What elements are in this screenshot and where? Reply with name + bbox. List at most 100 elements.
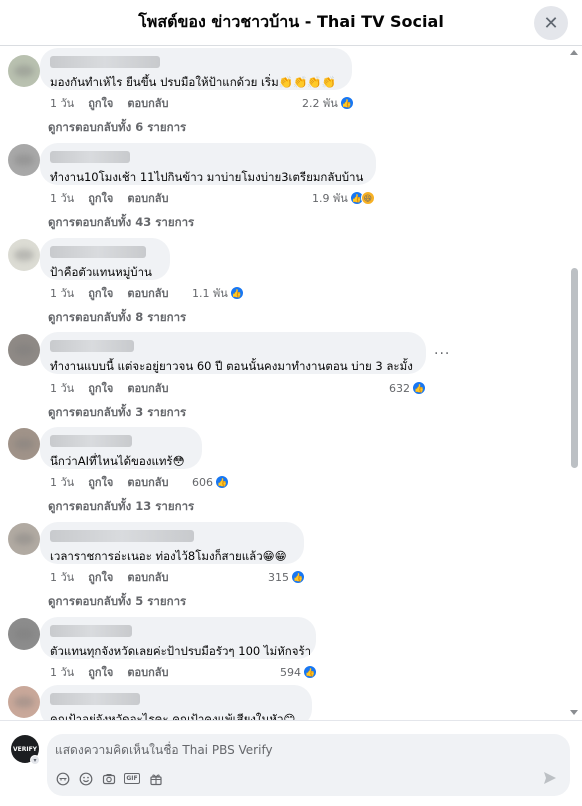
- comment-time[interactable]: 1 วัน: [50, 568, 74, 586]
- reply-button[interactable]: ตอบกลับ: [127, 189, 168, 207]
- view-replies-link[interactable]: ดูการตอบกลับทั้ง 5 รายการ: [48, 593, 186, 611]
- reaction-count[interactable]: 594 👍: [280, 664, 317, 680]
- dialog-title: โพสต์ของ ข่าวชาวบ้าน - Thai TV Social: [138, 12, 444, 31]
- view-replies-link[interactable]: ดูการตอบกลับทั้ง 43 รายการ: [48, 214, 194, 232]
- reaction-count[interactable]: 2.2 พัน 👍: [302, 95, 354, 111]
- comment-text: ตัวแทนทุกจังหวัดเลยค่ะป้าปรบมือรัวๆ 100 …: [50, 644, 312, 658]
- reply-button[interactable]: ตอบกลับ: [127, 663, 168, 681]
- comment-text: ป้าคือตัวแทนหมู่บ้าน: [50, 265, 152, 279]
- comment-time[interactable]: 1 วัน: [50, 663, 74, 681]
- comment-input[interactable]: [55, 740, 515, 760]
- like-icon: 👍: [412, 381, 426, 395]
- commenter-name[interactable]: [50, 435, 132, 447]
- reaction-number: 606: [192, 475, 213, 489]
- composer-box: GIF: [47, 734, 570, 796]
- scroll-down-icon[interactable]: [570, 710, 578, 715]
- comment-actions: 1 วัน ถูกใจ ตอบกลับ: [50, 285, 168, 301]
- commenter-name[interactable]: [50, 693, 140, 705]
- like-icon: 👍: [291, 570, 305, 584]
- like-button[interactable]: ถูกใจ: [88, 473, 113, 491]
- like-button[interactable]: ถูกใจ: [88, 94, 113, 112]
- reaction-count[interactable]: 315 👍: [268, 569, 305, 585]
- avatar[interactable]: [8, 334, 40, 366]
- reaction-number: 2.2 พัน: [302, 97, 338, 110]
- comment-text: เวลาราชการอ่ะเนอะ ท่องไว้8โมงก็สายแล้ว😁😁: [50, 549, 287, 563]
- like-button[interactable]: ถูกใจ: [88, 568, 113, 586]
- composer-toolbar: GIF: [55, 771, 163, 786]
- comment-time[interactable]: 1 วัน: [50, 94, 74, 112]
- comment-actions: 1 วัน ถูกใจ ตอบกลับ: [50, 474, 168, 490]
- close-icon: ✕: [543, 12, 559, 34]
- commenter-name[interactable]: [50, 530, 194, 542]
- comment-text: ทำงานแบบนี้ แต่จะอยู่ยาวจน 60 ปี ตอนนั้น…: [50, 359, 413, 373]
- like-icon: 👍: [229, 286, 244, 300]
- comment-actions: 1 วัน ถูกใจ ตอบกลับ: [50, 380, 168, 396]
- comment-bubble: ทำงาน10โมงเช้า 11ไปกินข้าว มาบ่ายโมงบ่าย…: [40, 143, 376, 185]
- commenter-name[interactable]: [50, 246, 146, 258]
- reaction-number: 594: [280, 665, 301, 679]
- comment-composer: VERIFY ▾ GIF: [0, 720, 582, 806]
- commenter-name[interactable]: [50, 625, 132, 637]
- reply-button[interactable]: ตอบกลับ: [127, 473, 168, 491]
- like-button[interactable]: ถูกใจ: [88, 663, 113, 681]
- comment-text: มองกันทำเห้ไร ยืนขึ้น ปรบมือให้ป้าแกด้วย…: [50, 75, 336, 89]
- avatar[interactable]: [8, 523, 40, 555]
- like-icon: 👍: [339, 96, 354, 110]
- reaction-count[interactable]: 1.1 พัน 👍: [192, 285, 244, 301]
- reaction-number: 315: [268, 570, 289, 584]
- emoji-icon[interactable]: [78, 771, 93, 786]
- sticker-icon[interactable]: [55, 771, 70, 786]
- chevron-down-icon[interactable]: ▾: [30, 755, 40, 765]
- scroll-up-icon[interactable]: [570, 50, 578, 55]
- comment-time[interactable]: 1 วัน: [50, 284, 74, 302]
- avatar[interactable]: [8, 239, 40, 271]
- avatar[interactable]: [8, 144, 40, 176]
- gift-icon[interactable]: [148, 771, 163, 786]
- comment-time[interactable]: 1 วัน: [50, 379, 74, 397]
- comment-actions: 1 วัน ถูกใจ ตอบกลับ: [50, 95, 168, 111]
- comment-bubble: เวลาราชการอ่ะเนอะ ท่องไว้8โมงก็สายแล้ว😁😁: [40, 522, 304, 564]
- view-replies-link[interactable]: ดูการตอบกลับทั้ง 3 รายการ: [48, 404, 186, 422]
- like-button[interactable]: ถูกใจ: [88, 379, 113, 397]
- haha-icon: 😆: [360, 191, 375, 205]
- comment-bubble: มองกันทำเห้ไร ยืนขึ้น ปรบมือให้ป้าแกด้วย…: [40, 48, 352, 90]
- view-replies-link[interactable]: ดูการตอบกลับทั้ง 6 รายการ: [48, 119, 186, 137]
- commenter-name[interactable]: [50, 340, 134, 352]
- commenter-name[interactable]: [50, 56, 160, 68]
- gif-icon[interactable]: GIF: [124, 773, 140, 784]
- reaction-number: 1.1 พัน: [192, 287, 228, 300]
- like-button[interactable]: ถูกใจ: [88, 284, 113, 302]
- comment-time[interactable]: 1 วัน: [50, 473, 74, 491]
- reply-button[interactable]: ตอบกลับ: [127, 379, 168, 397]
- comment-actions: 1 วัน ถูกใจ ตอบกลับ: [50, 664, 168, 680]
- camera-icon[interactable]: [101, 771, 116, 786]
- view-replies-link[interactable]: ดูการตอบกลับทั้ง 8 รายการ: [48, 309, 186, 327]
- close-button[interactable]: ✕: [534, 6, 568, 40]
- view-replies-link[interactable]: ดูการตอบกลับทั้ง 13 รายการ: [48, 498, 194, 516]
- like-icon: 👍: [303, 665, 317, 679]
- avatar[interactable]: [8, 428, 40, 460]
- reaction-count[interactable]: 632 👍: [389, 380, 426, 396]
- comments-feed[interactable]: มองกันทำเห้ไร ยืนขึ้น ปรบมือให้ป้าแกด้วย…: [0, 47, 582, 720]
- more-options-icon[interactable]: ···: [434, 346, 450, 362]
- like-button[interactable]: ถูกใจ: [88, 189, 113, 207]
- scrollbar-thumb[interactable]: [571, 268, 578, 468]
- comment-bubble: ทำงานแบบนี้ แต่จะอยู่ยาวจน 60 ปี ตอนนั้น…: [40, 332, 426, 374]
- comment-bubble: ตัวแทนทุกจังหวัดเลยค่ะป้าปรบมือรัวๆ 100 …: [40, 617, 316, 659]
- commenter-name[interactable]: [50, 151, 130, 163]
- reaction-number: 632: [389, 381, 410, 395]
- send-icon[interactable]: [542, 770, 558, 786]
- avatar[interactable]: [8, 618, 40, 650]
- reaction-count[interactable]: 606 👍: [192, 474, 229, 490]
- comment-time[interactable]: 1 วัน: [50, 189, 74, 207]
- avatar[interactable]: [8, 55, 40, 87]
- reply-button[interactable]: ตอบกลับ: [127, 94, 168, 112]
- reply-button[interactable]: ตอบกลับ: [127, 568, 168, 586]
- reaction-count[interactable]: 1.9 พัน 👍 😆: [312, 190, 375, 206]
- avatar[interactable]: [8, 686, 40, 718]
- comment-actions: 1 วัน ถูกใจ ตอบกลับ: [50, 569, 168, 585]
- reply-button[interactable]: ตอบกลับ: [127, 284, 168, 302]
- comment-actions: 1 วัน ถูกใจ ตอบกลับ: [50, 190, 168, 206]
- dialog-header: โพสต์ของ ข่าวชาวบ้าน - Thai TV Social ✕: [0, 0, 582, 46]
- comment-bubble: ป้าคือตัวแทนหมู่บ้าน: [40, 238, 170, 280]
